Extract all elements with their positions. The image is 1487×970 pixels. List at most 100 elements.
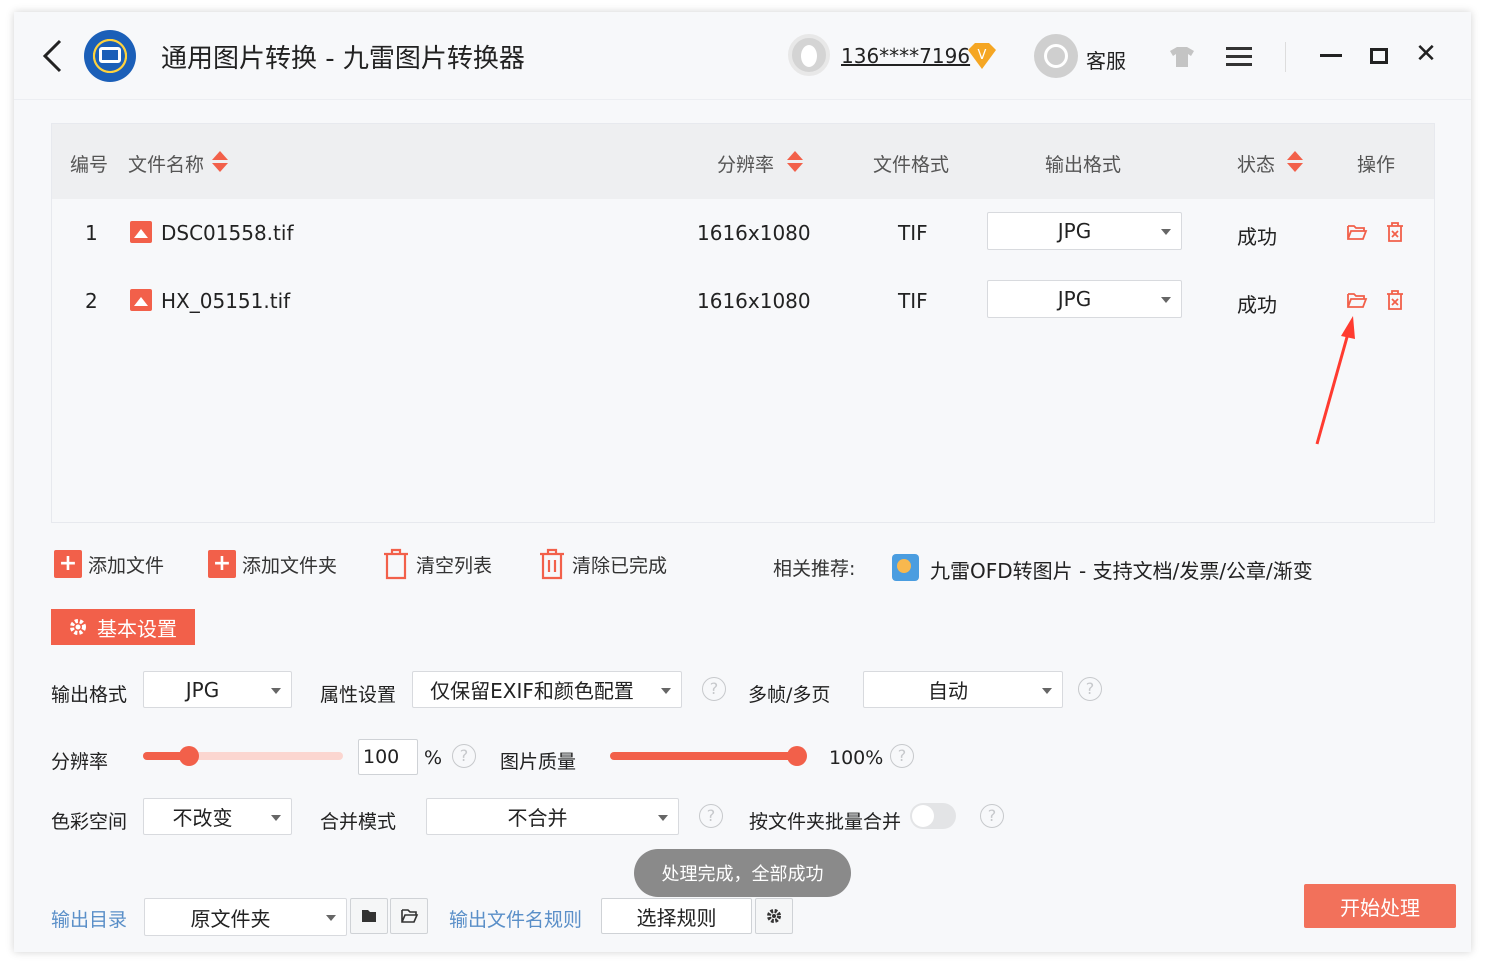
minimize-icon[interactable] xyxy=(1320,54,1342,57)
back-icon[interactable] xyxy=(40,38,64,74)
menu-icon[interactable] xyxy=(1226,47,1252,67)
help-icon[interactable]: ? xyxy=(702,677,726,701)
help-icon[interactable]: ? xyxy=(1078,677,1102,701)
title-divider xyxy=(1285,42,1286,72)
ofd-app-icon[interactable] xyxy=(892,554,919,581)
multiframe-label: 多帧/多页 xyxy=(748,684,831,706)
add-file-icon: + xyxy=(54,550,82,578)
app-logo xyxy=(84,30,136,82)
chevron-down-icon xyxy=(658,814,668,821)
chevron-down-icon xyxy=(271,814,281,821)
help-icon[interactable]: ? xyxy=(890,744,914,768)
user-avatar[interactable] xyxy=(788,34,830,76)
vip-badge-icon[interactable]: V xyxy=(966,42,998,70)
resolution-input[interactable]: 100 xyxy=(358,739,418,775)
user-name-link[interactable]: 136****7196 xyxy=(841,44,970,68)
gear-icon xyxy=(70,619,86,635)
add-folder-label: 添加文件夹 xyxy=(242,554,338,577)
row-resolution: 1616x1080 xyxy=(697,221,811,245)
quality-value: 100% xyxy=(829,747,884,769)
header-actions: 操作 xyxy=(1357,154,1396,176)
quality-label: 图片质量 xyxy=(500,751,577,773)
add-folder-button[interactable]: + 添加文件夹 xyxy=(208,548,337,580)
file-table: 编号 文件名称 分辨率 文件格式 输出格式 状态 操作 1 DSC01558.t… xyxy=(51,123,1435,523)
help-icon[interactable]: ? xyxy=(452,744,476,768)
customer-service-label[interactable]: 客服 xyxy=(1086,45,1126,74)
merge-mode-select[interactable]: 不合并 xyxy=(426,798,679,835)
select-rule-button[interactable]: 选择规则 xyxy=(601,898,752,934)
browse-folder-button[interactable] xyxy=(350,898,388,934)
camera-icon xyxy=(99,47,121,63)
resolution-slider-thumb[interactable] xyxy=(179,746,199,766)
folder-icon xyxy=(362,910,376,922)
clear-list-label: 清空列表 xyxy=(416,554,493,577)
output-dir-select[interactable]: 原文件夹 xyxy=(144,898,347,936)
row-file-format: TIF xyxy=(898,221,928,245)
add-file-label: 添加文件 xyxy=(88,554,165,577)
output-format-value: JPG xyxy=(185,677,220,702)
table-row[interactable]: 2 HX_05151.tif 1616x1080 TIF JPG 成功 xyxy=(52,267,1434,333)
row-status: 成功 xyxy=(1237,225,1277,249)
attr-settings-select[interactable]: 仅保留EXIF和颜色配置 xyxy=(412,671,682,708)
start-processing-button[interactable]: 开始处理 xyxy=(1304,884,1456,928)
row-output-format-select[interactable]: JPG xyxy=(987,280,1182,318)
header-output-format: 输出格式 xyxy=(1045,154,1122,176)
tab-basic-settings-label: 基本设置 xyxy=(97,616,177,641)
maximize-icon[interactable] xyxy=(1370,48,1388,64)
chevron-down-icon xyxy=(1161,297,1171,303)
help-icon[interactable]: ? xyxy=(699,804,723,828)
status-toast: 处理完成，全部成功 xyxy=(634,849,851,897)
header-resolution[interactable]: 分辨率 xyxy=(717,150,774,177)
sort-status-icon[interactable] xyxy=(1287,151,1303,173)
clear-done-button[interactable]: 清除已完成 xyxy=(538,548,667,580)
clear-done-label: 清除已完成 xyxy=(572,554,668,577)
table-header: 编号 文件名称 分辨率 文件格式 输出格式 状态 操作 xyxy=(52,124,1434,199)
row-output-format-select[interactable]: JPG xyxy=(987,212,1182,250)
row-status: 成功 xyxy=(1237,293,1277,317)
open-folder-icon[interactable] xyxy=(1346,289,1368,311)
recommend-link[interactable]: 九雷OFD转图片 - 支持文档/发票/公章/渐变 xyxy=(930,555,1313,584)
header-filename[interactable]: 文件名称 xyxy=(128,150,204,177)
row-file-format: TIF xyxy=(898,289,928,313)
output-dir-label[interactable]: 输出目录 xyxy=(51,905,127,932)
vip-badge-text: V xyxy=(978,48,987,63)
add-file-button[interactable]: + 添加文件 xyxy=(54,548,164,580)
close-icon[interactable]: ✕ xyxy=(1414,41,1438,67)
attr-settings-label: 属性设置 xyxy=(320,684,397,706)
table-row[interactable]: 1 DSC01558.tif 1616x1080 TIF JPG 成功 xyxy=(52,199,1434,265)
chevron-down-icon xyxy=(661,687,671,694)
add-folder-icon: + xyxy=(208,550,236,578)
colorspace-value: 不改变 xyxy=(172,806,233,830)
open-folder-icon[interactable] xyxy=(1346,221,1368,243)
colorspace-select[interactable]: 不改变 xyxy=(143,798,292,835)
recommend-label: 相关推荐: xyxy=(773,558,856,580)
quality-slider-track[interactable] xyxy=(610,752,805,760)
clear-list-button[interactable]: 清空列表 xyxy=(382,548,492,580)
trash-done-icon xyxy=(540,548,564,580)
delete-icon[interactable] xyxy=(1384,289,1406,311)
header-status[interactable]: 状态 xyxy=(1237,150,1275,177)
delete-icon[interactable] xyxy=(1384,221,1406,243)
merge-mode-value: 不合并 xyxy=(507,806,568,830)
image-file-icon xyxy=(130,289,152,311)
tab-basic-settings[interactable]: 基本设置 xyxy=(51,609,195,645)
multiframe-select[interactable]: 自动 xyxy=(863,671,1063,708)
sort-filename-icon[interactable] xyxy=(212,151,228,173)
rule-settings-button[interactable] xyxy=(755,898,793,934)
batch-merge-toggle[interactable] xyxy=(910,803,956,829)
skin-shirt-icon[interactable] xyxy=(1168,46,1196,68)
filename-rule-label[interactable]: 输出文件名规则 xyxy=(449,905,582,932)
header-file-format: 文件格式 xyxy=(873,154,950,176)
output-format-select[interactable]: JPG xyxy=(143,671,292,708)
quality-slider-thumb[interactable] xyxy=(787,746,807,766)
customer-service-icon[interactable] xyxy=(1034,34,1078,78)
attr-settings-value: 仅保留EXIF和颜色配置 xyxy=(430,679,634,703)
row-output-format-value: JPG xyxy=(1057,219,1092,243)
app-window: 通用图片转换 - 九雷图片转换器 136****7196 V 客服 ✕ 编号 文… xyxy=(14,12,1471,952)
row-output-format-value: JPG xyxy=(1057,287,1092,311)
open-output-folder-button[interactable] xyxy=(390,898,428,934)
help-icon[interactable]: ? xyxy=(980,804,1004,828)
row-filename: DSC01558.tif xyxy=(161,221,294,245)
sort-resolution-icon[interactable] xyxy=(787,151,803,173)
merge-mode-label: 合并模式 xyxy=(320,811,397,833)
